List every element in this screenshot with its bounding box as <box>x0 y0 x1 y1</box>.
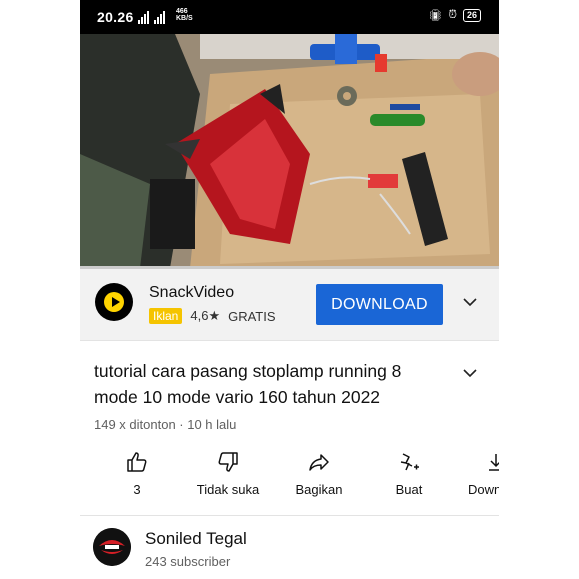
ad-card[interactable]: SnackVideo Iklan 4,6★ GRATIS DOWNLOAD <box>80 269 499 340</box>
dislike-icon <box>218 452 238 472</box>
download-icon <box>489 454 499 471</box>
like-count: 3 <box>133 482 141 497</box>
ad-rating-value: 4,6 <box>190 308 209 323</box>
logo-play <box>112 297 120 307</box>
channel-avatar[interactable] <box>93 528 131 566</box>
ad-price: GRATIS <box>228 308 276 324</box>
status-icons: 📳︎ ⏰︎ 26 <box>428 9 481 22</box>
expand-description-chevron-icon[interactable] <box>461 364 479 382</box>
create-button[interactable]: Buat <box>392 450 426 497</box>
ad-download-button[interactable]: DOWNLOAD <box>316 284 443 325</box>
share-icon <box>309 454 329 471</box>
create-icon <box>400 453 419 471</box>
chevron-down-icon[interactable] <box>461 293 479 311</box>
ad-app-name: SnackVideo <box>149 284 235 301</box>
divider <box>80 340 499 341</box>
divider <box>80 515 499 516</box>
like-icon <box>127 452 147 472</box>
network-speed-unit: KB/S <box>176 15 193 22</box>
signal-icon <box>138 11 165 24</box>
channel-row[interactable]: Soniled Tegal 243 subscriber <box>80 520 499 579</box>
channel-name[interactable]: Soniled Tegal <box>145 529 247 549</box>
like-button[interactable]: 3 <box>120 450 154 497</box>
subscriber-count: 243 subscriber <box>145 554 231 569</box>
vibrate-icon: 📳︎ <box>428 10 443 22</box>
download-button[interactable]: Down <box>468 450 499 497</box>
download-label: Down <box>468 482 499 497</box>
status-bar: 20.26 466 KB/S 📳︎ ⏰︎ 26 <box>80 0 499 34</box>
star-icon: ★ <box>208 308 221 323</box>
battery-icon: 26 <box>462 9 481 22</box>
status-time: 20.26 <box>97 9 134 25</box>
share-button[interactable]: Bagikan <box>292 450 346 497</box>
ad-rating: 4,6★ <box>190 308 220 324</box>
ad-badge: Iklan <box>149 308 183 324</box>
video-title[interactable]: tutorial cara pasang stoplamp running 8 … <box>94 358 434 410</box>
share-label: Bagikan <box>295 482 343 497</box>
channel-logo-icon <box>93 528 131 566</box>
snackvideo-logo-icon <box>95 283 133 321</box>
ad-meta: Iklan 4,6★ GRATIS <box>149 308 276 324</box>
network-speed: 466 KB/S <box>176 8 193 22</box>
create-label: Buat <box>395 482 423 497</box>
video-frame <box>80 34 499 268</box>
alarm-icon: ⏰︎ <box>448 9 457 21</box>
video-views: 149 x ditonton · 10 h lalu <box>94 417 237 432</box>
action-row: 3 Tidak suka Bagikan Buat Down <box>80 450 499 506</box>
dislike-label: Tidak suka <box>196 482 260 497</box>
app-screen: 20.26 466 KB/S 📳︎ ⏰︎ 26 SnackVideo Iklan… <box>80 0 499 579</box>
dislike-button[interactable]: Tidak suka <box>193 450 263 497</box>
network-speed-value: 466 <box>176 8 188 15</box>
video-player[interactable] <box>80 34 499 268</box>
